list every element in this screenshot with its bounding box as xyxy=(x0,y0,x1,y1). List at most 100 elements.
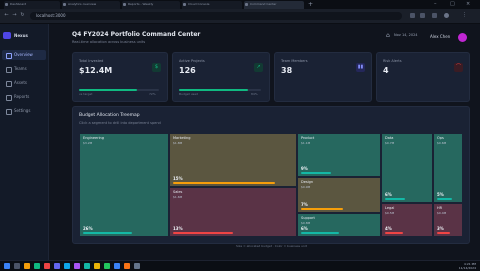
sidebar-item-label: Overview xyxy=(14,52,33,57)
profile-icon[interactable] xyxy=(444,13,449,18)
panel-subtitle: Click a segment to drill into department… xyxy=(79,121,161,125)
favicon-icon xyxy=(183,3,186,6)
app-icon[interactable] xyxy=(124,263,130,269)
forward-arrow-icon[interactable]: → xyxy=(12,13,17,18)
cell-percent: 9% xyxy=(301,166,308,171)
cell-value: $3.2M xyxy=(83,141,93,145)
app-icon[interactable] xyxy=(74,263,80,269)
app-icon[interactable] xyxy=(44,263,50,269)
kpi-card-projects[interactable]: Active Projects 126 ↗ Budget used 84% xyxy=(172,52,270,102)
treemap-cell-hr[interactable]: HR $0.4M 3% xyxy=(433,203,463,237)
browser-tab[interactable]: Dashboard xyxy=(4,1,60,9)
brand-name: Nexus xyxy=(14,33,28,38)
tab-title: Dashboard xyxy=(10,2,27,6)
cell-percent: 7% xyxy=(301,202,308,207)
gear-icon xyxy=(6,109,12,115)
kpi-label: Total Invested xyxy=(79,59,104,63)
sidebar-item-label: Reports xyxy=(14,94,30,99)
app-icon[interactable] xyxy=(84,263,90,269)
app-sidebar: Nexus Overview Teams Assets Reports Sett… xyxy=(0,24,49,260)
treemap-cell-design[interactable]: Design $0.9M 7% xyxy=(297,177,381,213)
bookmark-icon[interactable] xyxy=(420,13,425,18)
browser-icon[interactable] xyxy=(64,263,70,269)
treemap-cell-product[interactable]: Product $1.1M 9% xyxy=(297,133,381,177)
app-icon[interactable] xyxy=(94,263,100,269)
panel-title: Budget Allocation Treemap xyxy=(79,113,140,118)
sidebar-item-settings[interactable]: Settings xyxy=(2,106,46,116)
new-tab-plus-icon[interactable]: + xyxy=(308,1,313,8)
downloads-icon[interactable] xyxy=(432,13,437,18)
sidebar-item-teams[interactable]: Teams xyxy=(2,64,46,74)
user-name[interactable]: Alex Chen xyxy=(430,34,450,39)
back-arrow-icon[interactable]: ← xyxy=(4,13,9,18)
extension-icon[interactable] xyxy=(410,13,415,18)
minimize-icon[interactable]: – xyxy=(434,1,437,8)
kpi-foot-value: 84% xyxy=(251,92,258,96)
taskbar-clock[interactable]: 4:21 PM 11/14/2024 xyxy=(459,262,476,270)
treemap-cell-legal[interactable]: Legal $0.5M 4% xyxy=(381,203,433,237)
clock-date: 11/14/2024 xyxy=(458,266,476,270)
avatar[interactable] xyxy=(458,33,467,42)
favicon-icon xyxy=(123,3,126,6)
cell-percent: 5% xyxy=(437,192,444,197)
cell-value: $1.8M xyxy=(173,141,183,145)
sidebar-item-label: Assets xyxy=(14,80,28,85)
browser-tab[interactable]: Reports - Weekly xyxy=(122,1,180,9)
folder-icon[interactable] xyxy=(24,263,30,269)
page-subtitle: Real-time allocation across business uni… xyxy=(72,40,146,44)
sidebar-item-reports[interactable]: Reports xyxy=(2,92,46,102)
kpi-card-invested[interactable]: Total Invested $12.4M $ vs target 72% xyxy=(72,52,168,102)
treemap-cell-support[interactable]: Support $0.8M 6% xyxy=(297,213,381,237)
cell-percent: 15% xyxy=(173,176,183,181)
cell-value: $1.6M xyxy=(173,195,183,199)
app-icon[interactable] xyxy=(54,263,60,269)
treemap-legend: Size = allocated budget · Color = busine… xyxy=(236,244,307,248)
treemap-cell-ops[interactable]: Ops $0.6M 5% xyxy=(433,133,463,203)
tab-title: Reports - Weekly xyxy=(128,2,154,6)
browser-tab[interactable]: Cloud Console xyxy=(182,1,242,9)
sidebar-item-overview[interactable]: Overview xyxy=(2,50,46,60)
cell-value: $0.8M xyxy=(301,221,311,225)
treemap-cell-sales[interactable]: Sales $1.6M 13% xyxy=(169,187,297,237)
app-icon[interactable] xyxy=(34,263,40,269)
app-icon[interactable] xyxy=(114,263,120,269)
alert-icon: ⌒ xyxy=(454,63,463,72)
app-icon[interactable] xyxy=(134,263,140,269)
treemap-cell-marketing[interactable]: Marketing $1.8M 15% xyxy=(169,133,297,187)
sidebar-item-assets[interactable]: Assets xyxy=(2,78,46,88)
tab-title: Command Center xyxy=(250,2,277,6)
bell-icon[interactable]: ⌂ xyxy=(386,33,392,39)
brand-logo-icon xyxy=(3,32,11,39)
cell-value: $0.7M xyxy=(385,141,395,145)
favicon-icon xyxy=(245,3,248,6)
cell-share-bar xyxy=(83,232,132,234)
cell-share-bar xyxy=(173,182,275,184)
kpi-card-team[interactable]: Team Members 38 ▮▮ xyxy=(274,52,372,102)
kpi-label: Risk Alerts xyxy=(383,59,402,63)
address-bar[interactable]: localhost:3000 xyxy=(30,12,402,20)
users-icon: ▮▮ xyxy=(356,63,365,72)
kpi-foot-label: Budget used xyxy=(179,92,198,96)
browser-toolbar: ← → ↻ localhost:3000 ⋮ xyxy=(0,9,480,24)
cell-percent: 4% xyxy=(385,226,392,231)
kpi-progress-fill xyxy=(179,89,248,91)
treemap-cell-engineering[interactable]: Engineering $3.2M 26% xyxy=(79,133,169,237)
search-icon[interactable] xyxy=(14,263,20,269)
kpi-card-risk[interactable]: Risk Alerts 4 ⌒ xyxy=(376,52,470,102)
cell-value: $1.1M xyxy=(301,141,311,145)
treemap-cell-data[interactable]: Data $0.7M 6% xyxy=(381,133,433,203)
menu-kebab-icon[interactable]: ⋮ xyxy=(462,13,467,18)
dollar-icon: $ xyxy=(152,63,161,72)
reload-icon[interactable]: ↻ xyxy=(20,13,25,18)
kpi-value: $12.4M xyxy=(79,66,113,75)
close-window-icon[interactable]: × xyxy=(466,1,470,8)
cell-share-bar xyxy=(301,232,339,234)
kpi-progress-track xyxy=(179,89,261,91)
treemap-panel: Budget Allocation Treemap Click a segmen… xyxy=(72,106,470,244)
browser-tab-active[interactable]: Command Center xyxy=(244,1,304,9)
start-icon[interactable] xyxy=(4,263,10,269)
browser-tab[interactable]: Analytics overview xyxy=(62,1,120,9)
cell-percent: 6% xyxy=(385,192,392,197)
maximize-icon[interactable]: □ xyxy=(450,1,455,8)
app-icon[interactable] xyxy=(104,263,110,269)
